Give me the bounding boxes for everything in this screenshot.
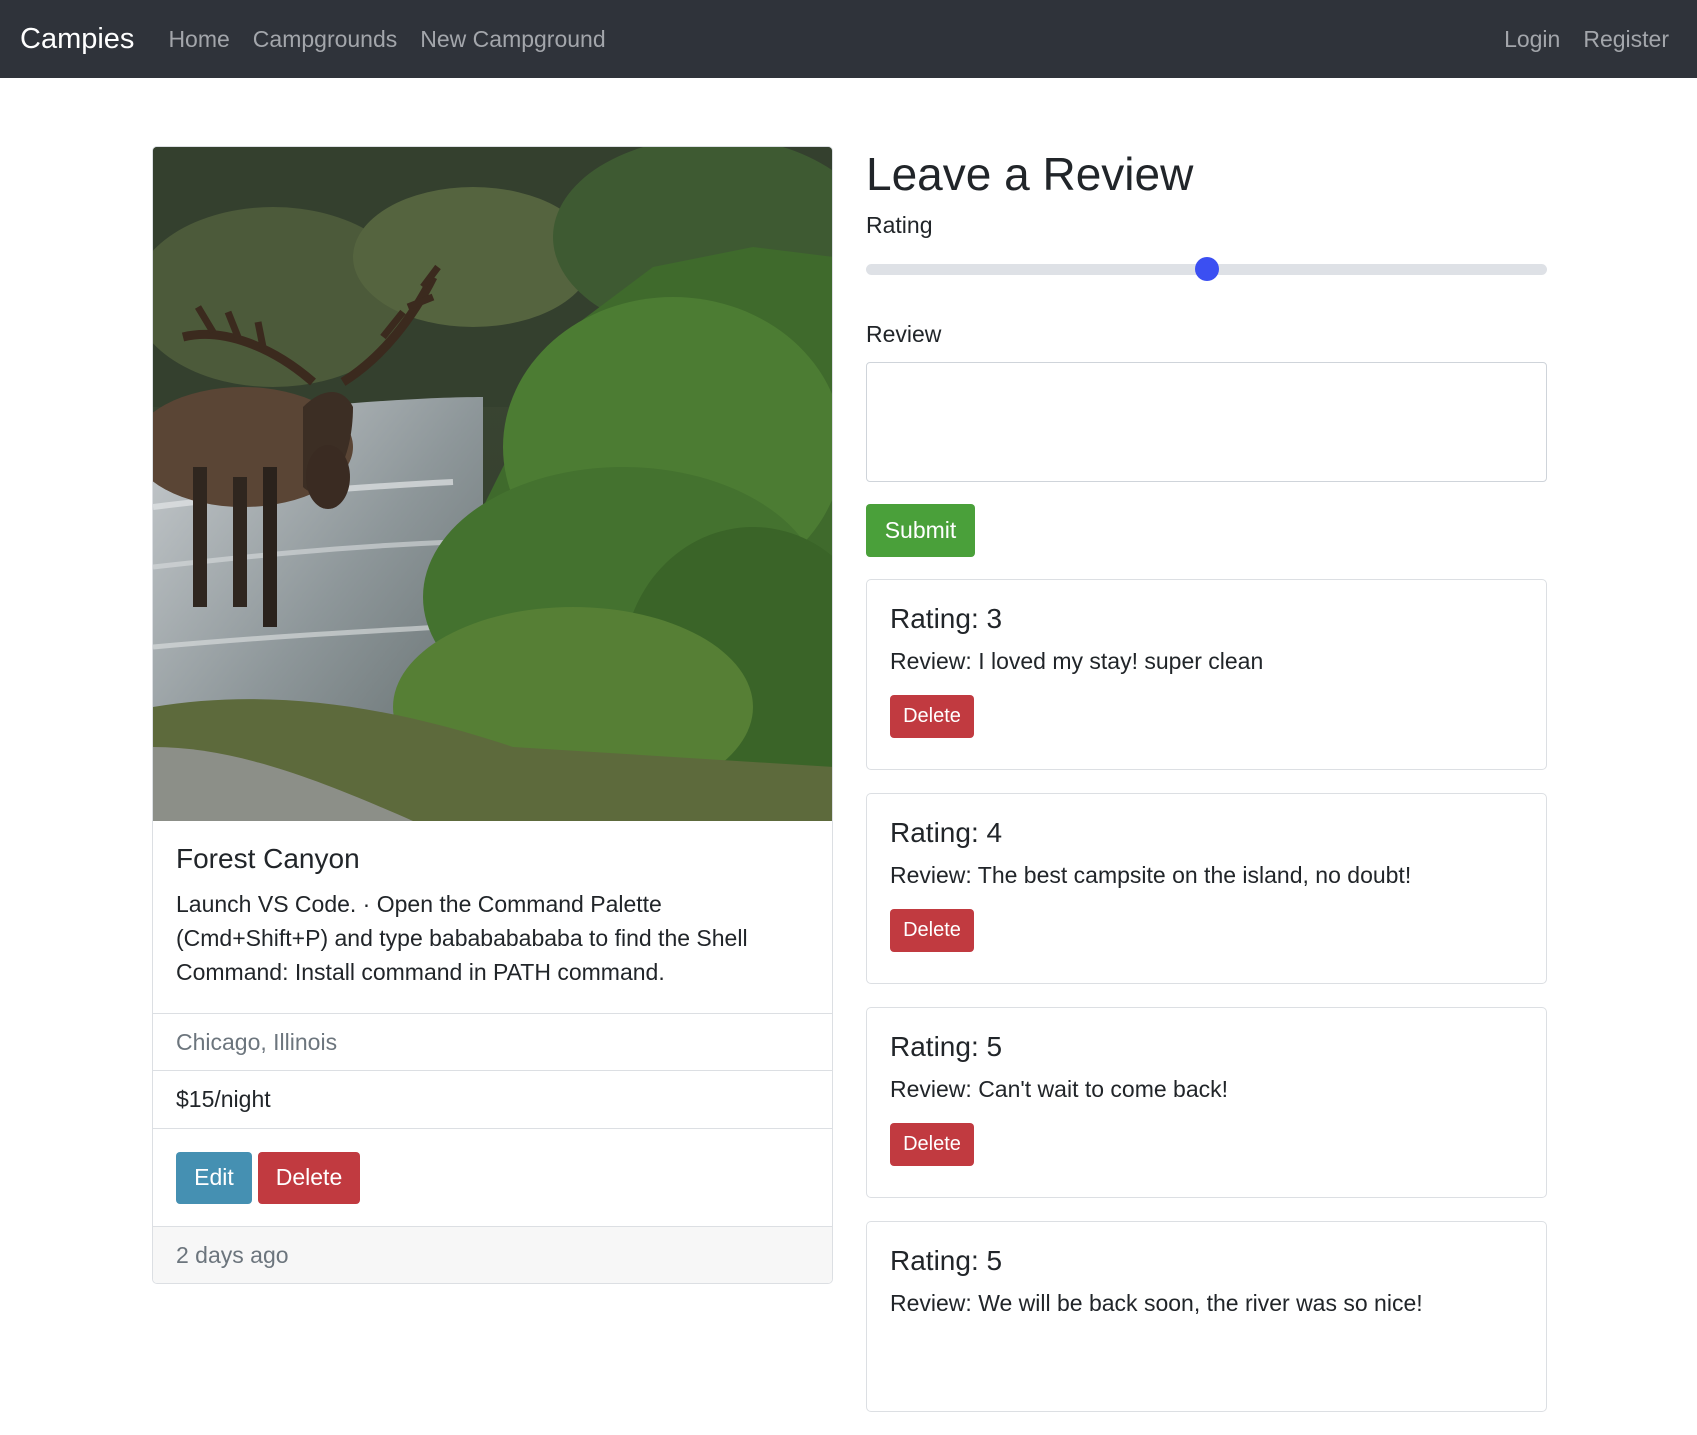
campground-image xyxy=(153,147,832,821)
review-card: Rating: 4 Review: The best campsite on t… xyxy=(866,793,1547,984)
delete-review-button[interactable]: Delete xyxy=(890,909,974,952)
rating-slider-thumb[interactable] xyxy=(1194,257,1219,281)
submit-review-button[interactable]: Submit xyxy=(866,504,975,557)
review-card: Rating: 5 Review: We will be back soon, … xyxy=(866,1221,1547,1412)
nav-login-link[interactable]: Login xyxy=(1504,26,1560,53)
review-form-heading: Leave a Review xyxy=(866,148,1194,200)
review-label: Review xyxy=(866,321,942,347)
review-text: Review: I loved my stay! super clean xyxy=(890,648,1264,674)
campground-location: Chicago, Illinois xyxy=(153,1014,832,1071)
delete-review-button[interactable]: Delete xyxy=(890,695,974,738)
delete-review-button[interactable]: Delete xyxy=(890,1123,974,1166)
review-rating: Rating: 5 xyxy=(890,1245,1003,1276)
campground-price: $15/night xyxy=(153,1071,832,1129)
review-text: Review: Can't wait to come back! xyxy=(890,1076,1229,1102)
campground-actions: Edit Delete xyxy=(153,1129,832,1227)
brand-link[interactable]: Campies xyxy=(20,23,134,56)
nav-home-link[interactable]: Home xyxy=(168,26,229,53)
review-rating: Rating: 4 xyxy=(890,817,1003,848)
nav-links: Home Campgrounds New Campground xyxy=(168,26,628,53)
delete-campground-button[interactable]: Delete xyxy=(258,1151,360,1204)
nav-campgrounds-link[interactable]: Campgrounds xyxy=(253,26,397,53)
moose-photo-illustration xyxy=(153,147,832,821)
nav-register-link[interactable]: Register xyxy=(1583,26,1669,53)
campground-posted-time: 2 days ago xyxy=(153,1227,832,1283)
nav-new-campground-link[interactable]: New Campground xyxy=(420,26,605,53)
review-card: Rating: 5 Review: Can't wait to come bac… xyxy=(866,1007,1547,1198)
campground-title: Forest Canyon xyxy=(176,843,360,874)
campground-info: Forest Canyon Launch VS Code. · Open the… xyxy=(153,821,832,1014)
navbar: Campies Home Campgrounds New Campground … xyxy=(0,0,1697,78)
review-text: Review: The best campsite on the island,… xyxy=(890,862,1412,888)
rating-label: Rating xyxy=(866,212,933,238)
review-card: Rating: 3 Review: I loved my stay! super… xyxy=(866,579,1547,770)
nav-auth-links: Login Register xyxy=(1504,26,1677,53)
review-column: Leave a Review Rating Review Submit Rati… xyxy=(866,146,1547,1435)
edit-campground-button[interactable]: Edit xyxy=(176,1151,252,1204)
review-rating: Rating: 3 xyxy=(890,603,1003,634)
campground-description: Launch VS Code. · Open the Command Palet… xyxy=(176,891,748,985)
rating-slider[interactable] xyxy=(866,257,1547,281)
review-textarea[interactable] xyxy=(866,362,1547,482)
campground-card: Forest Canyon Launch VS Code. · Open the… xyxy=(152,146,833,1284)
review-rating: Rating: 5 xyxy=(890,1031,1003,1062)
review-text: Review: We will be back soon, the river … xyxy=(890,1290,1423,1316)
